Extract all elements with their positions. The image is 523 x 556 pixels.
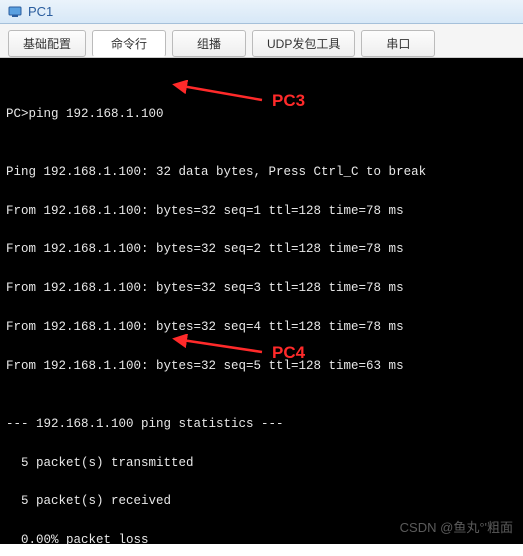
tab-bar: 基础配置 命令行 组播 UDP发包工具 串口 [0,24,523,58]
terminal-line: PC>ping 192.168.1.100 [6,105,517,124]
tab-label: 基础配置 [23,37,71,51]
title-bar: PC1 [0,0,523,24]
tab-label: 组播 [197,37,221,51]
terminal-line: 5 packet(s) transmitted [6,454,517,473]
terminal-line: From 192.168.1.100: bytes=32 seq=3 ttl=1… [6,279,517,298]
terminal-line: --- 192.168.1.100 ping statistics --- [6,415,517,434]
terminal-line: 0.00% packet loss [6,531,517,544]
terminal-line: From 192.168.1.100: bytes=32 seq=4 ttl=1… [6,318,517,337]
terminal-line: From 192.168.1.100: bytes=32 seq=2 ttl=1… [6,240,517,259]
tab-label: UDP发包工具 [267,37,340,51]
tab-basic-config[interactable]: 基础配置 [8,30,86,57]
app-icon [8,5,22,19]
tab-udp-sender[interactable]: UDP发包工具 [252,30,355,57]
tab-serial[interactable]: 串口 [361,30,435,57]
terminal-line: 5 packet(s) received [6,492,517,511]
terminal-line: From 192.168.1.100: bytes=32 seq=1 ttl=1… [6,202,517,221]
tab-multicast[interactable]: 组播 [172,30,246,57]
terminal-output[interactable]: PC>ping 192.168.1.100 Ping 192.168.1.100… [0,58,523,544]
window-title: PC1 [28,4,53,19]
terminal-line: Ping 192.168.1.100: 32 data bytes, Press… [6,163,517,182]
terminal-line: From 192.168.1.100: bytes=32 seq=5 ttl=1… [6,357,517,376]
tab-label: 串口 [386,37,410,51]
tab-command-line[interactable]: 命令行 [92,30,166,57]
tab-label: 命令行 [111,37,147,51]
